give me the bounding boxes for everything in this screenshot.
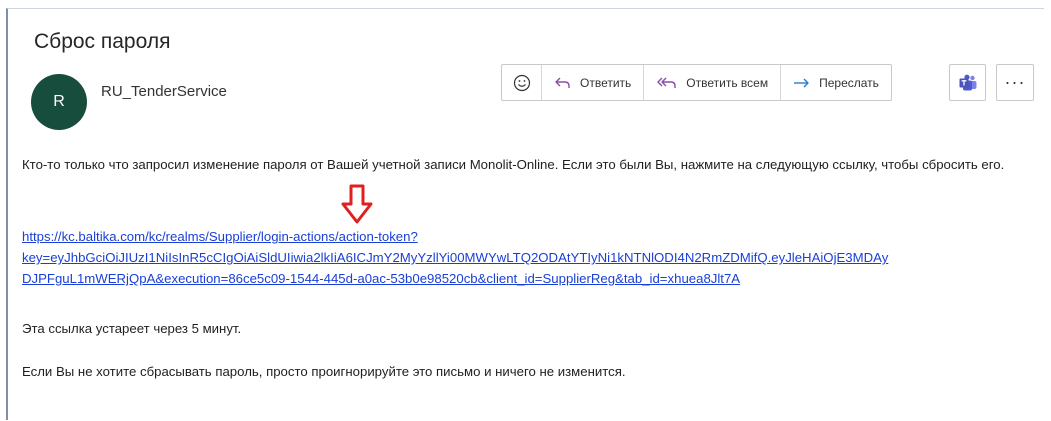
email-action-toolbar: Ответить Ответить всем Переслать xyxy=(501,64,892,101)
smiley-icon xyxy=(513,74,530,91)
body-paragraph-intro: Кто-то только что запросил изменение пар… xyxy=(22,157,1005,172)
link-line-2: key=eyJhbGciOiJIUzI1NiIsInR5cCIgOiAiSldU… xyxy=(22,250,889,265)
reaction-button[interactable] xyxy=(502,65,542,100)
forward-label: Переслать xyxy=(819,75,879,90)
forward-icon xyxy=(794,78,809,87)
reply-icon xyxy=(555,77,570,88)
email-subject: Сброс пароля xyxy=(34,30,171,53)
reset-password-link[interactable]: https://kc.baltika.com/kc/realms/Supplie… xyxy=(22,226,1042,289)
body-paragraph-ignore: Если Вы не хотите сбрасывать пароль, про… xyxy=(22,364,626,379)
teams-button[interactable] xyxy=(949,64,986,101)
body-paragraph-expiry: Эта ссылка устареет через 5 минут. xyxy=(22,321,242,336)
annotation-down-arrow-icon xyxy=(341,184,373,224)
reply-all-label: Ответить всем xyxy=(686,75,769,90)
reply-all-button[interactable]: Ответить всем xyxy=(644,65,782,100)
link-line-3: DJPFguL1mWERjQpA&execution=86ce5c09-1544… xyxy=(22,271,741,286)
reply-button[interactable]: Ответить xyxy=(542,65,645,100)
more-icon: ··· xyxy=(1004,72,1026,92)
sender-name[interactable]: RU_TenderService xyxy=(101,83,227,100)
teams-icon xyxy=(959,74,976,90)
sender-avatar[interactable]: R xyxy=(31,74,87,130)
avatar-initial: R xyxy=(53,93,65,110)
reply-label: Ответить xyxy=(580,75,632,90)
forward-button[interactable]: Переслать xyxy=(781,65,891,100)
link-line-1: https://kc.baltika.com/kc/realms/Supplie… xyxy=(22,229,418,244)
more-options-button[interactable]: ··· xyxy=(996,64,1034,101)
reply-all-icon xyxy=(657,77,676,88)
